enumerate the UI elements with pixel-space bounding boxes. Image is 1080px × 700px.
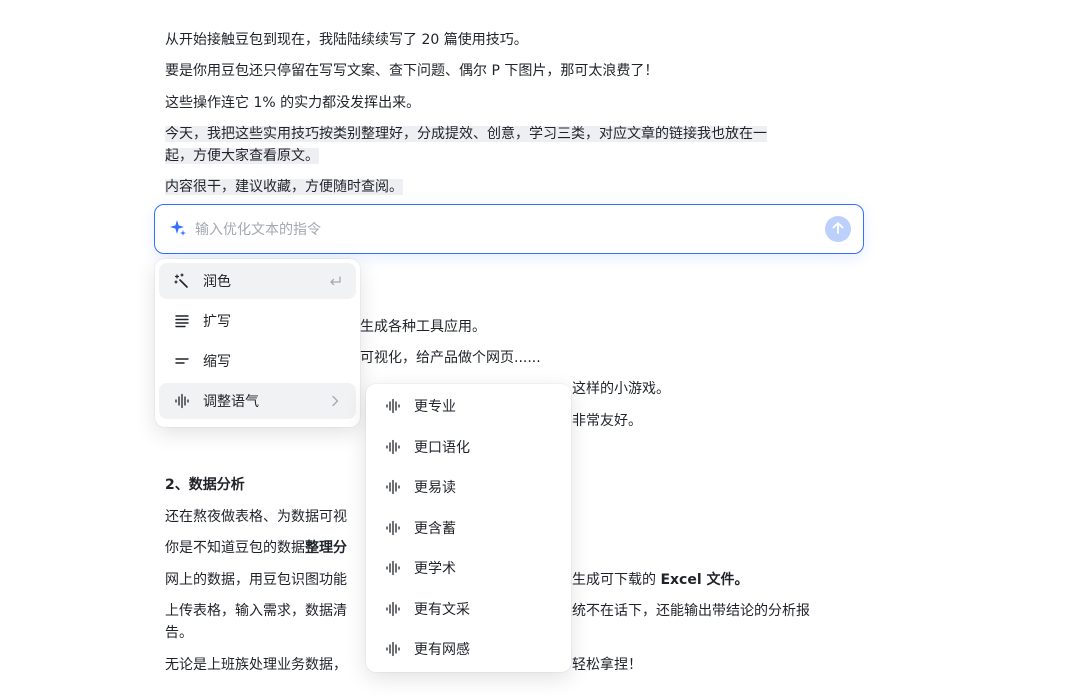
submenu-item-colloquial[interactable]: 更口语化 <box>370 429 567 466</box>
selected-text-line-3: 内容很干，建议收藏，方便随时查阅。 <box>165 179 403 195</box>
hidden-text-2: 可视化，给产品做个网页...... <box>360 350 541 366</box>
paragraph-intro: 从开始接触豆包到现在，我陆陆续续写了 20 篇使用技巧。 <box>165 32 528 48</box>
submenu-item-label: 更有网感 <box>414 642 470 659</box>
text-span: 你是不知道豆包的数据 <box>165 540 305 556</box>
submenu-item-subtle[interactable]: 更含蓄 <box>370 510 567 547</box>
submenu-item-literary[interactable]: 更有文采 <box>370 591 567 628</box>
submenu-item-label: 更口语化 <box>414 439 470 456</box>
menu-item-expand[interactable]: 扩写 <box>159 303 356 339</box>
tone-submenu: 更专业 更口语化 更易读 更含蓄 更学术 更有文采 更有网感 <box>366 384 571 672</box>
menu-item-label: 调整语气 <box>203 394 259 410</box>
hidden-text-1: 生成各种工具应用。 <box>360 319 486 335</box>
paragraph-data-1: 还在熬夜做表格、为数据可视 <box>165 509 347 525</box>
submenu-item-internet-style[interactable]: 更有网感 <box>370 631 567 668</box>
paragraph-data-5a: 无论是上班族处理业务数据， <box>165 657 347 673</box>
paragraph-one-percent: 这些操作连它 1% 的实力都没发挥出来。 <box>165 95 421 111</box>
submenu-item-label: 更学术 <box>414 561 456 578</box>
paragraph-data-4b: 统不在话下，还能输出带结论的分析报 <box>572 603 810 619</box>
enter-icon <box>326 272 344 290</box>
paragraph-collect: 内容很干，建议收藏，方便随时查阅。 <box>165 176 855 198</box>
selected-text-line-1: 今天，我把这些实用技巧按类别整理好，分成提效、创意，学习三类，对应文章的链接我也… <box>165 126 767 142</box>
arrow-up-icon <box>831 220 845 239</box>
bold-text-excel: Excel 文件。 <box>660 572 749 588</box>
waveform-icon <box>384 397 402 415</box>
waveform-icon <box>384 519 402 537</box>
menu-item-label: 润色 <box>203 274 231 290</box>
paragraph-data-4c: 告。 <box>165 625 193 641</box>
paragraph-data-5b: 轻松拿捏！ <box>572 657 642 673</box>
waveform-icon <box>173 392 191 410</box>
paragraph-selected: 今天，我把这些实用技巧按类别整理好，分成提效、创意，学习三类，对应文章的链接我也… <box>165 123 855 167</box>
waveform-icon <box>384 600 402 618</box>
waveform-icon <box>384 438 402 456</box>
submenu-item-label: 更含蓄 <box>414 520 456 537</box>
submenu-item-academic[interactable]: 更学术 <box>370 550 567 587</box>
menu-item-polish[interactable]: 润色 <box>159 263 356 299</box>
chevron-right-icon <box>326 392 344 410</box>
hidden-text-4: 非常友好。 <box>572 413 642 429</box>
submenu-item-label: 更易读 <box>414 480 456 497</box>
paragraph-data-4a: 上传表格，输入需求，数据清 <box>165 603 347 619</box>
submenu-item-label: 更有文采 <box>414 601 470 618</box>
submenu-item-label: 更专业 <box>414 399 456 416</box>
menu-item-label: 扩写 <box>203 314 231 330</box>
paragraph-data-3b: 生成可下载的 Excel 文件。 <box>572 569 852 591</box>
ai-prompt-box <box>154 204 864 254</box>
paragraph-waste: 要是你用豆包还只停留在写写文案、查下问题、偶尔 P 下图片，那可太浪费了！ <box>165 63 659 79</box>
paragraph-data-3a: 网上的数据，用豆包识图功能 <box>165 572 347 588</box>
waveform-icon <box>384 640 402 658</box>
submenu-item-readable[interactable]: 更易读 <box>370 469 567 506</box>
prompt-input[interactable] <box>193 217 817 243</box>
text-span: 生成可下载的 <box>572 572 661 588</box>
selected-text-line-2: 起，方便大家查看原文。 <box>165 148 319 164</box>
send-button[interactable] <box>825 216 851 242</box>
lines-shorten-icon <box>173 352 191 370</box>
sparkle-icon <box>169 219 187 237</box>
hidden-text-3: 这样的小游戏。 <box>572 381 670 397</box>
paragraph-data-2: 你是不知道豆包的数据整理分 <box>165 537 365 559</box>
lines-expand-icon <box>173 312 191 330</box>
submenu-item-professional[interactable]: 更专业 <box>370 388 567 425</box>
menu-item-shorten[interactable]: 缩写 <box>159 343 356 379</box>
waveform-icon <box>384 559 402 577</box>
menu-item-adjust-tone[interactable]: 调整语气 <box>159 383 356 419</box>
ai-action-menu: 润色 扩写 缩写 调整语气 <box>155 259 360 427</box>
menu-item-label: 缩写 <box>203 354 231 370</box>
bold-text: 整理分 <box>305 540 347 556</box>
magic-wand-icon <box>173 272 191 290</box>
waveform-icon <box>384 478 402 496</box>
